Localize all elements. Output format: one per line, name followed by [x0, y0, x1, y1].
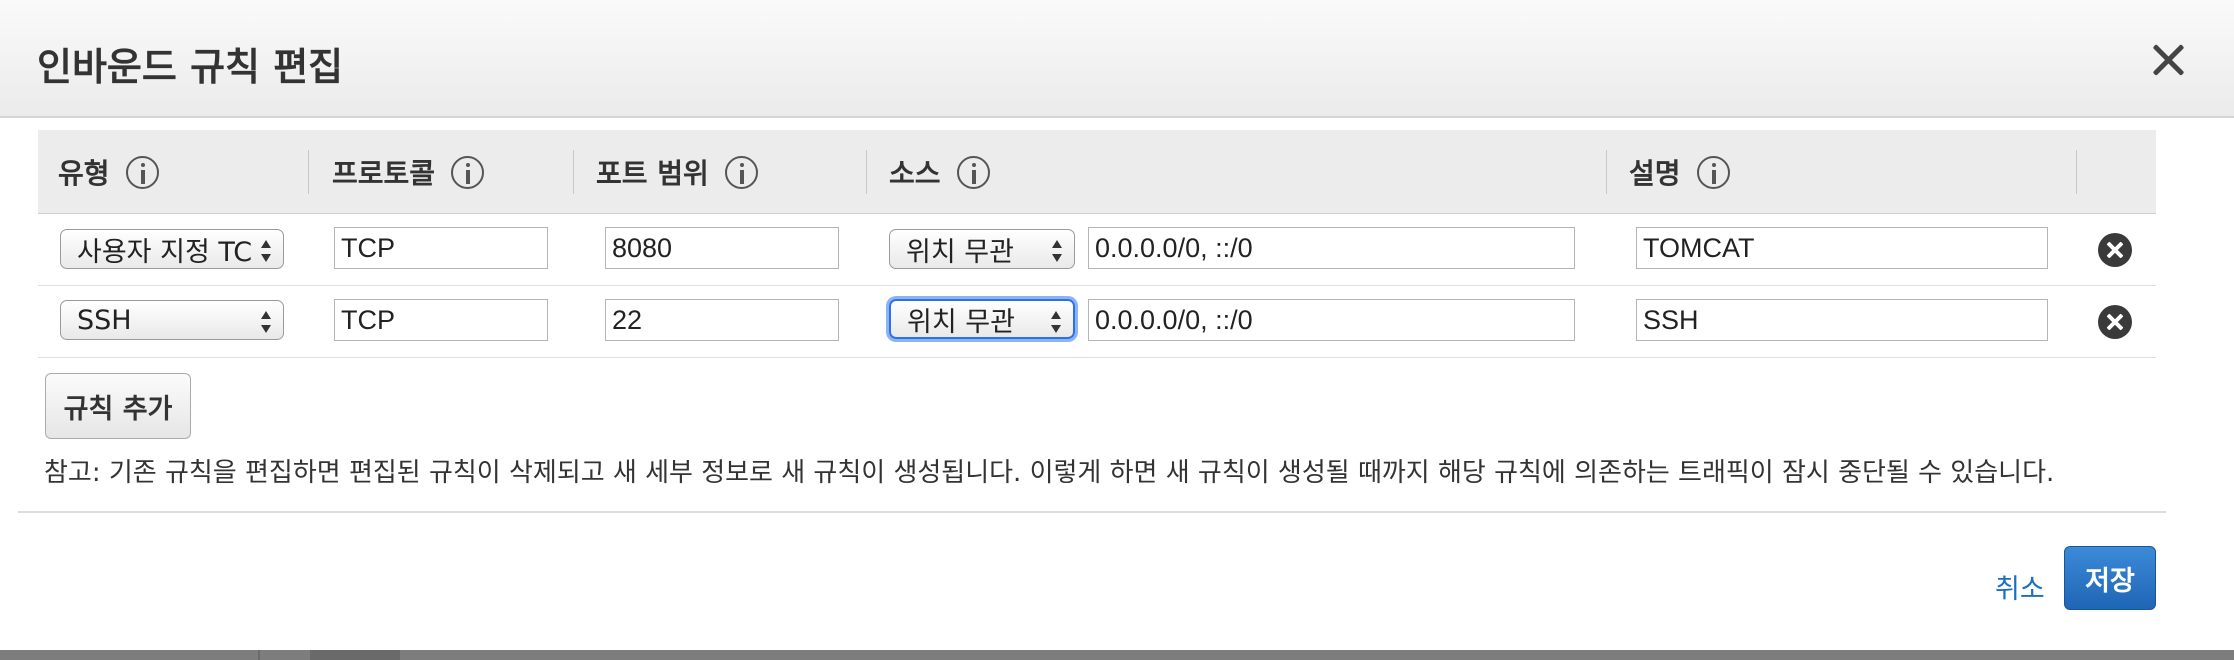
header-description: 설명: [1629, 154, 1730, 190]
select-arrows-icon: [1052, 240, 1062, 262]
header-port-range: 포트 범위: [596, 154, 758, 190]
type-select[interactable]: 사용자 지정 TC: [60, 229, 284, 269]
header-type-label: 유형: [58, 157, 110, 190]
divider: [18, 511, 2166, 513]
table-row: 사용자 지정 TC TCP 8080 위치 무관 0.0.0.0/0, ::/0…: [38, 214, 2156, 286]
divider: [310, 650, 400, 660]
description-field[interactable]: TOMCAT: [1636, 227, 2048, 269]
protocol-field[interactable]: TCP: [334, 299, 548, 341]
info-icon[interactable]: [1696, 155, 1730, 189]
info-icon[interactable]: [956, 155, 990, 189]
column-divider: [866, 150, 867, 194]
dialog-header: 인바운드 규칙 편집: [0, 0, 2234, 118]
source-select[interactable]: 위치 무관: [889, 229, 1075, 269]
type-select[interactable]: SSH: [60, 300, 284, 340]
select-arrows-icon: [261, 311, 271, 333]
header-type: 유형: [58, 154, 159, 190]
port-range-field[interactable]: 22: [605, 299, 839, 341]
description-field[interactable]: SSH: [1636, 299, 2048, 341]
select-arrows-icon: [261, 240, 271, 262]
source-cidr-field[interactable]: 0.0.0.0/0, ::/0: [1088, 227, 1575, 269]
divider: [258, 650, 260, 660]
port-range-field[interactable]: 8080: [605, 227, 839, 269]
rules-table-header: 유형 프로토콜 포트 범위 소스 설명: [38, 130, 2156, 214]
edit-note: 참고: 기존 규칙을 편집하면 편집된 규칙이 삭제되고 새 세부 정보로 새 …: [44, 458, 2055, 488]
remove-rule-icon[interactable]: [2098, 305, 2132, 339]
edit-inbound-rules-dialog: 인바운드 규칙 편집 유형 프로토콜 포트 범위 소스 설명 사용자 지정 TC…: [0, 0, 2234, 650]
info-icon[interactable]: [724, 155, 758, 189]
protocol-field[interactable]: TCP: [334, 227, 548, 269]
close-icon[interactable]: [2146, 38, 2190, 82]
source-select[interactable]: 위치 무관: [889, 299, 1075, 339]
remove-rule-icon[interactable]: [2098, 233, 2132, 267]
select-arrows-icon: [1051, 311, 1061, 333]
header-protocol-label: 프로토콜: [332, 157, 436, 190]
source-cidr-field[interactable]: 0.0.0.0/0, ::/0: [1088, 299, 1575, 341]
column-divider: [2076, 150, 2077, 194]
header-port-range-label: 포트 범위: [596, 157, 709, 190]
header-protocol: 프로토콜: [332, 154, 485, 190]
info-icon[interactable]: [125, 155, 159, 189]
column-divider: [573, 150, 574, 194]
column-divider: [1606, 150, 1607, 194]
table-row: SSH TCP 22 위치 무관 0.0.0.0/0, ::/0 SSH: [38, 286, 2156, 358]
header-description-label: 설명: [1629, 157, 1681, 190]
info-icon[interactable]: [451, 155, 485, 189]
header-source-label: 소스: [889, 157, 941, 190]
dialog-title: 인바운드 규칙 편집: [37, 45, 344, 89]
header-source: 소스: [889, 154, 990, 190]
save-button[interactable]: 저장: [2064, 546, 2156, 610]
background-strip: [0, 650, 2234, 660]
column-divider: [308, 150, 309, 194]
add-rule-button[interactable]: 규칙 추가: [45, 373, 191, 439]
cancel-button[interactable]: 취소: [1995, 567, 2045, 606]
